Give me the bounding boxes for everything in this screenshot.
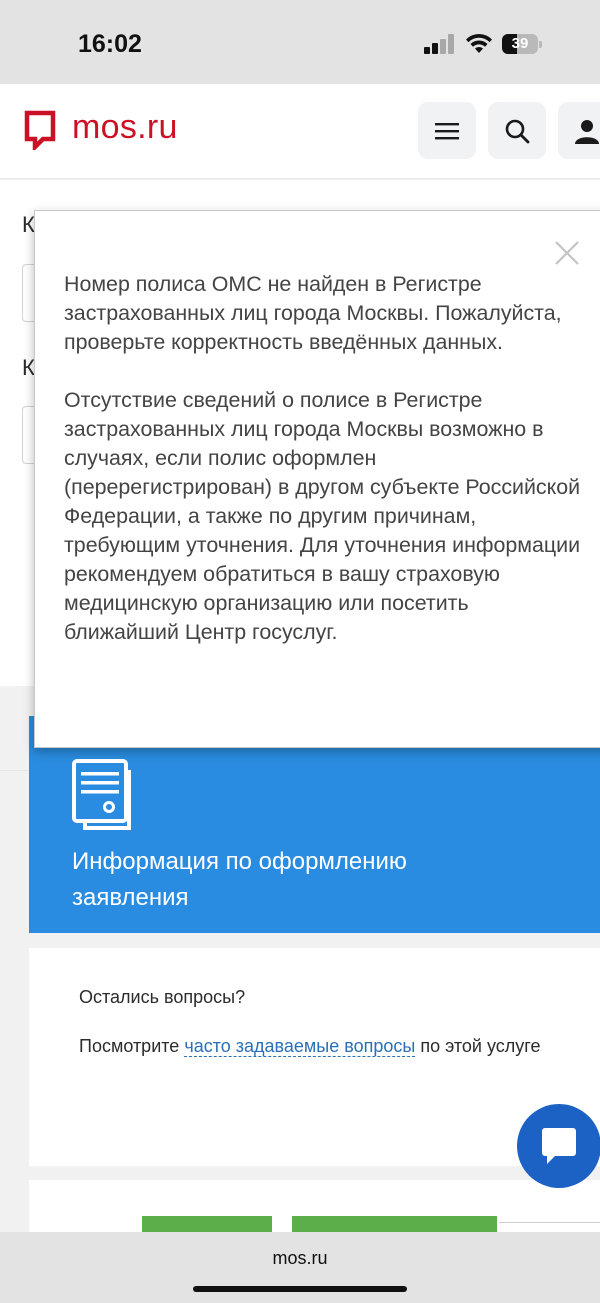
divider-line — [499, 1222, 600, 1223]
search-icon — [505, 119, 530, 144]
document-icon — [72, 759, 131, 830]
profile-button[interactable] — [558, 102, 600, 159]
profile-icon — [575, 120, 599, 144]
faq-text-after: по этой услуге — [415, 1036, 541, 1056]
modal-paragraph-1: Номер полиса ОМС не найден в Регистре за… — [64, 272, 562, 354]
info-card[interactable]: Информация по оформлению заявления — [29, 716, 600, 933]
close-icon[interactable] — [553, 239, 581, 267]
menu-button[interactable] — [418, 102, 476, 159]
modal-paragraph-2: Отсутствие сведений о полисе в Регистре … — [64, 388, 581, 644]
faq-card: Остались вопросы? Посмотрите часто задав… — [29, 948, 600, 1166]
chat-icon — [542, 1128, 576, 1164]
battery-icon: 39 — [502, 34, 542, 54]
browser-address-bar[interactable]: mos.ru — [0, 1232, 600, 1303]
wifi-icon — [466, 33, 492, 53]
logo-icon[interactable] — [24, 110, 56, 150]
error-modal: Номер полиса ОМС не найден в Регистре за… — [34, 210, 600, 748]
form-label-1: К — [22, 212, 35, 237]
logo-text[interactable]: mos.ru — [72, 108, 178, 147]
faq-text-before: Посмотрите — [79, 1036, 185, 1056]
bottom-card — [29, 1180, 600, 1240]
signal-icon — [424, 34, 456, 54]
site-header: mos.ru — [0, 84, 600, 179]
info-card-title[interactable]: Информация по оформлению заявления — [72, 844, 512, 916]
faq-link[interactable]: часто задаваемые вопросы — [184, 1036, 416, 1057]
form-label-2: К — [22, 355, 35, 380]
home-indicator[interactable] — [193, 1286, 407, 1292]
modal-message: Номер полиса ОМС не найден в Регистре за… — [64, 270, 584, 647]
battery-level: 39 — [511, 35, 529, 52]
menu-icon — [435, 123, 459, 140]
status-time: 16:02 — [78, 30, 142, 58]
faq-text: Посмотрите часто задаваемые вопросы по э… — [79, 1026, 559, 1067]
chat-button[interactable] — [517, 1104, 600, 1188]
url-text[interactable]: mos.ru — [0, 1248, 600, 1269]
faq-title: Остались вопросы? — [79, 987, 246, 1007]
search-button[interactable] — [488, 102, 546, 159]
status-bar: 16:02 39 — [0, 0, 600, 84]
